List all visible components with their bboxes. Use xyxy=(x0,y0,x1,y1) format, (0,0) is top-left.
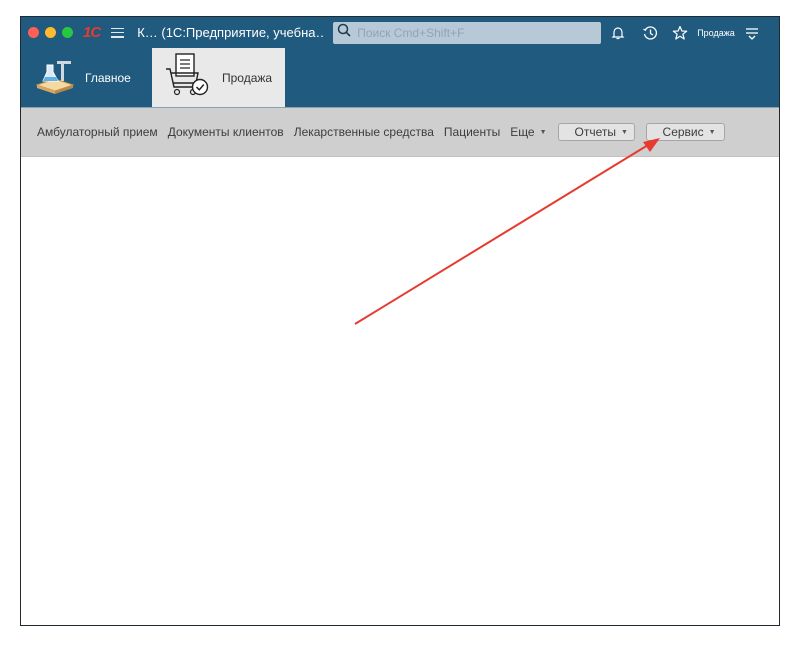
history-icon[interactable] xyxy=(641,24,659,42)
close-window-button[interactable] xyxy=(28,27,39,38)
section-main-label: Главное xyxy=(85,70,131,85)
notifications-bell-icon[interactable] xyxy=(609,24,627,42)
main-menu-icon[interactable] xyxy=(111,27,125,38)
minimize-window-button[interactable] xyxy=(45,27,56,38)
favorites-star-icon[interactable] xyxy=(671,24,689,42)
service-button[interactable]: Сервис ▼ xyxy=(645,123,725,141)
sections-panel: Главное Продажа xyxy=(21,48,779,108)
reports-button-label: Отчеты xyxy=(574,125,617,139)
section-sale-label: Продажа xyxy=(222,70,273,85)
command-client-documents[interactable]: Документы клиентов xyxy=(168,125,284,139)
title-bar: 1С К… (1С:Предприятие, учебна… Продажа xyxy=(21,17,779,48)
current-user-label[interactable]: Продажа xyxy=(697,28,735,38)
service-button-label: Сервис xyxy=(662,125,704,139)
flask-scale-icon xyxy=(33,55,77,100)
maximize-window-button[interactable] xyxy=(62,27,73,38)
1c-logo: 1С xyxy=(83,24,101,41)
workspace-area xyxy=(21,157,779,625)
command-medicines[interactable]: Лекарственные средства xyxy=(294,125,434,139)
cart-document-icon xyxy=(162,51,214,104)
command-panel: Амбулаторный прием Документы клиентов Ле… xyxy=(21,108,779,157)
search-input[interactable] xyxy=(355,24,590,41)
chevron-down-icon: ▼ xyxy=(621,128,628,136)
chevron-down-icon: ▼ xyxy=(708,128,716,136)
command-outpatient-visit[interactable]: Амбулаторный прием xyxy=(37,125,158,139)
section-main[interactable]: Главное xyxy=(33,48,151,107)
window-title: К… (1С:Предприятие, учебна… xyxy=(137,25,326,40)
section-sale[interactable]: Продажа xyxy=(152,48,285,107)
more-menu-label: Еще xyxy=(510,125,535,139)
reports-button[interactable]: Отчеты ▼ xyxy=(557,123,635,141)
settings-menu-icon[interactable] xyxy=(743,24,761,42)
chevron-down-icon: ▼ xyxy=(539,128,547,136)
search-box[interactable] xyxy=(333,21,602,44)
search-icon xyxy=(337,23,351,42)
more-menu[interactable]: Еще ▼ xyxy=(510,125,546,139)
command-patients[interactable]: Пациенты xyxy=(444,125,500,139)
app-window: 1С К… (1С:Предприятие, учебна… Продажа xyxy=(20,16,780,626)
